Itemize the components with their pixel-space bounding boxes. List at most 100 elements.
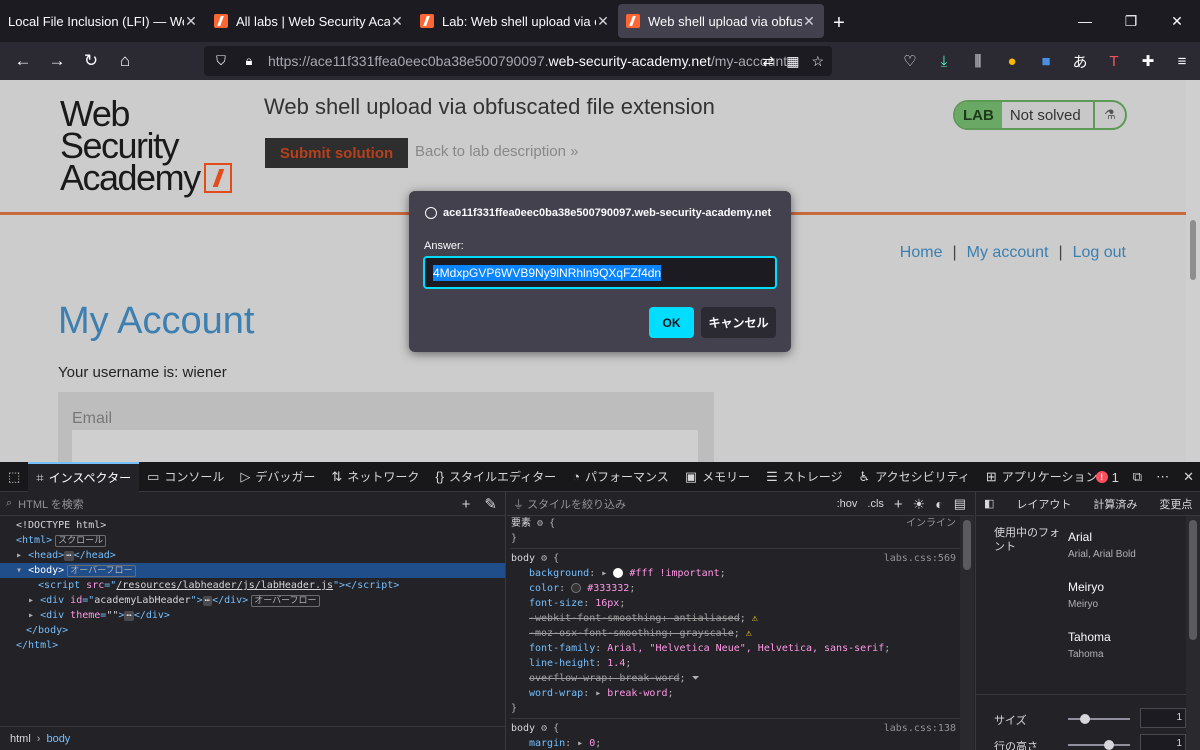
color-swatch[interactable] (613, 568, 624, 578)
sidebar-toggle-icon[interactable]: ◧ (984, 497, 994, 510)
class-toggle[interactable]: .cls (867, 498, 884, 510)
tab-accessibility[interactable]: ♿︎ アクセシビリティ (851, 462, 978, 492)
css-declaration[interactable]: font-family: Arial, "Helvetica Neue", He… (511, 641, 974, 656)
collapsed-ellipsis[interactable]: ⋯ (202, 596, 213, 606)
expand-triangle-icon[interactable]: ▸ (28, 610, 34, 621)
minimize-icon[interactable]: — (1062, 0, 1108, 42)
dock-options-icon[interactable]: ⧉ (1133, 469, 1142, 485)
css-declaration-struck[interactable]: -webkit-font-smoothing: antialiased; ⚠ (511, 611, 974, 626)
submit-solution-button[interactable]: Submit solution (265, 138, 408, 168)
tree-node-html-close[interactable]: </html> (0, 638, 505, 653)
restore-icon[interactable]: ❐ (1108, 0, 1154, 42)
scroll-badge[interactable]: スクロール (55, 535, 107, 547)
tab-console[interactable]: ▭ コンソール (139, 462, 232, 492)
tab-network[interactable]: ⇅ ネットワーク (323, 462, 427, 492)
rules-scrollbar[interactable] (960, 516, 974, 750)
tree-node-body-close[interactable]: </body> (0, 623, 505, 638)
more-options-icon[interactable]: ⋯ (1156, 469, 1169, 485)
gear-icon[interactable]: ⚙ (541, 553, 547, 564)
breadcrumb-body[interactable]: body (46, 733, 70, 745)
script-src-link[interactable]: /resources/labheader/js/labHeader.js (116, 580, 333, 591)
back-to-lab-link[interactable]: Back to lab description » (415, 143, 578, 160)
tab-memory[interactable]: ▣ メモリー (677, 462, 758, 492)
line-height-input[interactable]: 1 (1140, 734, 1186, 750)
new-tab-button[interactable]: + (824, 4, 854, 42)
css-declaration[interactable]: margin: ▸ 0; (511, 736, 974, 750)
light-theme-icon[interactable]: ☀ (913, 496, 926, 513)
ok-button[interactable]: OK (649, 307, 694, 338)
css-declaration-struck[interactable]: -moz-osx-font-smoothing: grayscale; ⚠ (511, 626, 974, 641)
warning-icon[interactable]: ⚠ (752, 613, 758, 624)
web-security-academy-logo[interactable]: Web Security Academy (60, 96, 250, 196)
expand-triangle-icon[interactable]: ▸ (16, 550, 22, 561)
tree-node-script[interactable]: <script src="/resources/labheader/js/lab… (0, 578, 505, 593)
pocket-icon[interactable]: ♡ (900, 52, 920, 70)
scrollbar-thumb[interactable] (1189, 520, 1197, 640)
lock-icon[interactable]: 🔒︎ (238, 53, 260, 69)
bookmark-star-icon[interactable]: ☆ (811, 53, 824, 70)
tree-node-div-theme[interactable]: ▸ <div theme=""> ⋯ </div> (0, 608, 505, 623)
dark-theme-icon[interactable]: ◐ (935, 496, 943, 512)
email-field[interactable] (72, 430, 698, 462)
print-media-icon[interactable]: ▤ (954, 496, 966, 512)
translate-icon[interactable]: ⇄ (762, 53, 774, 70)
back-arrow-icon[interactable]: ← (6, 46, 40, 76)
cancel-button[interactable]: キャンセル (701, 307, 776, 338)
browser-tab-lfi[interactable]: Local File Inclusion (LFI) — Web Appli ✕ (0, 4, 206, 38)
browser-tab-lab-description[interactable]: Lab: Web shell upload via obfusc ✕ (412, 4, 618, 38)
collapsed-ellipsis[interactable]: ⋯ (64, 551, 74, 561)
css-filter[interactable]: ⏚ スタイルを絞り込み :hov .cls + ☀ ◐ ▤ (507, 492, 974, 516)
close-window-icon[interactable]: ✕ (1154, 0, 1200, 42)
url-text[interactable]: https://ace11f331ffea0eec0ba38e500790097… (268, 53, 787, 69)
close-icon[interactable]: ✕ (596, 13, 610, 30)
rule-source-link[interactable]: labs.css:138 (884, 721, 956, 736)
collapsed-ellipsis[interactable]: ⋯ (124, 611, 134, 621)
expand-triangle-icon[interactable]: ▸ (28, 595, 34, 606)
browser-tab-all-labs[interactable]: All labs | Web Security Academy ✕ (206, 4, 412, 38)
warning-icon[interactable]: ⚠ (746, 628, 752, 639)
tab-style-editor[interactable]: {} スタイルエディター (427, 462, 564, 492)
filter-funnel-icon[interactable]: ⏷ (692, 673, 700, 684)
qr-code-icon[interactable]: ▦ (786, 53, 799, 70)
url-bar[interactable]: ⛉ 🔒︎ https://ace11f331ffea0eec0ba38e5007… (204, 46, 832, 76)
css-declaration[interactable]: font-size: 16px; (511, 596, 974, 611)
my-account-link[interactable]: My account (967, 244, 1049, 262)
close-icon[interactable]: ✕ (390, 13, 404, 30)
browser-tab-active-lab[interactable]: Web shell upload via obfuscated ✕ (618, 4, 824, 38)
extension-language-icon[interactable]: あ (1070, 51, 1090, 72)
tab-inspector[interactable]: ⌗ インスペクター (28, 461, 140, 492)
tab-storage[interactable]: ☰ ストレージ (758, 462, 850, 492)
tree-node-doctype[interactable]: <!DOCTYPE html> (0, 518, 505, 533)
css-declaration[interactable]: background: ▸ #fff !important; (511, 566, 974, 581)
close-icon[interactable]: ✕ (184, 13, 198, 30)
reload-icon[interactable]: ↻ (74, 46, 108, 76)
color-swatch[interactable] (571, 583, 582, 593)
add-node-icon[interactable]: + (462, 496, 471, 513)
element-picker-icon[interactable]: ⬚ (0, 462, 28, 492)
tree-node-head[interactable]: ▸ <head> ⋯ </head> (0, 548, 505, 563)
tab-application[interactable]: ⊞ アプリケーション (978, 462, 1106, 492)
collapse-triangle-icon[interactable]: ▾ (16, 565, 22, 576)
sidebar-scrollbar[interactable] (1186, 516, 1200, 750)
page-scrollbar[interactable] (1186, 80, 1200, 462)
tab-debugger[interactable]: ▷ デバッガー (232, 462, 323, 492)
error-count[interactable]: ! 1 (1095, 470, 1119, 485)
tab-changes[interactable]: 変更点 (1159, 496, 1192, 512)
css-declaration[interactable]: line-height: 1.4; (511, 656, 974, 671)
html-search-input[interactable]: HTML を検索 (18, 496, 84, 512)
tab-layout[interactable]: レイアウト (1016, 496, 1071, 512)
close-icon[interactable]: ✕ (802, 13, 816, 30)
shield-icon[interactable]: ⛉ (210, 53, 232, 69)
log-out-link[interactable]: Log out (1073, 244, 1126, 262)
tree-node-div-header[interactable]: ▸ <div id="academyLabHeader"> ⋯ </div> オーバー… (0, 593, 505, 608)
tree-node-html[interactable]: <html> スクロール (0, 533, 505, 548)
tab-performance[interactable]: ◔ パフォーマンス (564, 462, 677, 492)
scrollbar-thumb[interactable] (1190, 220, 1196, 280)
overflow-badge[interactable]: オーバーフロー (251, 595, 320, 607)
overflow-badge[interactable]: オーバーフロー (67, 565, 136, 577)
css-declaration-struck[interactable]: overflow-wrap: break-word; ⏷ (511, 671, 974, 686)
extension-locale-icon[interactable]: ● (1002, 53, 1022, 70)
home-icon[interactable]: ⌂ (108, 46, 142, 76)
slider-knob[interactable] (1104, 740, 1114, 750)
home-link[interactable]: Home (900, 244, 943, 262)
